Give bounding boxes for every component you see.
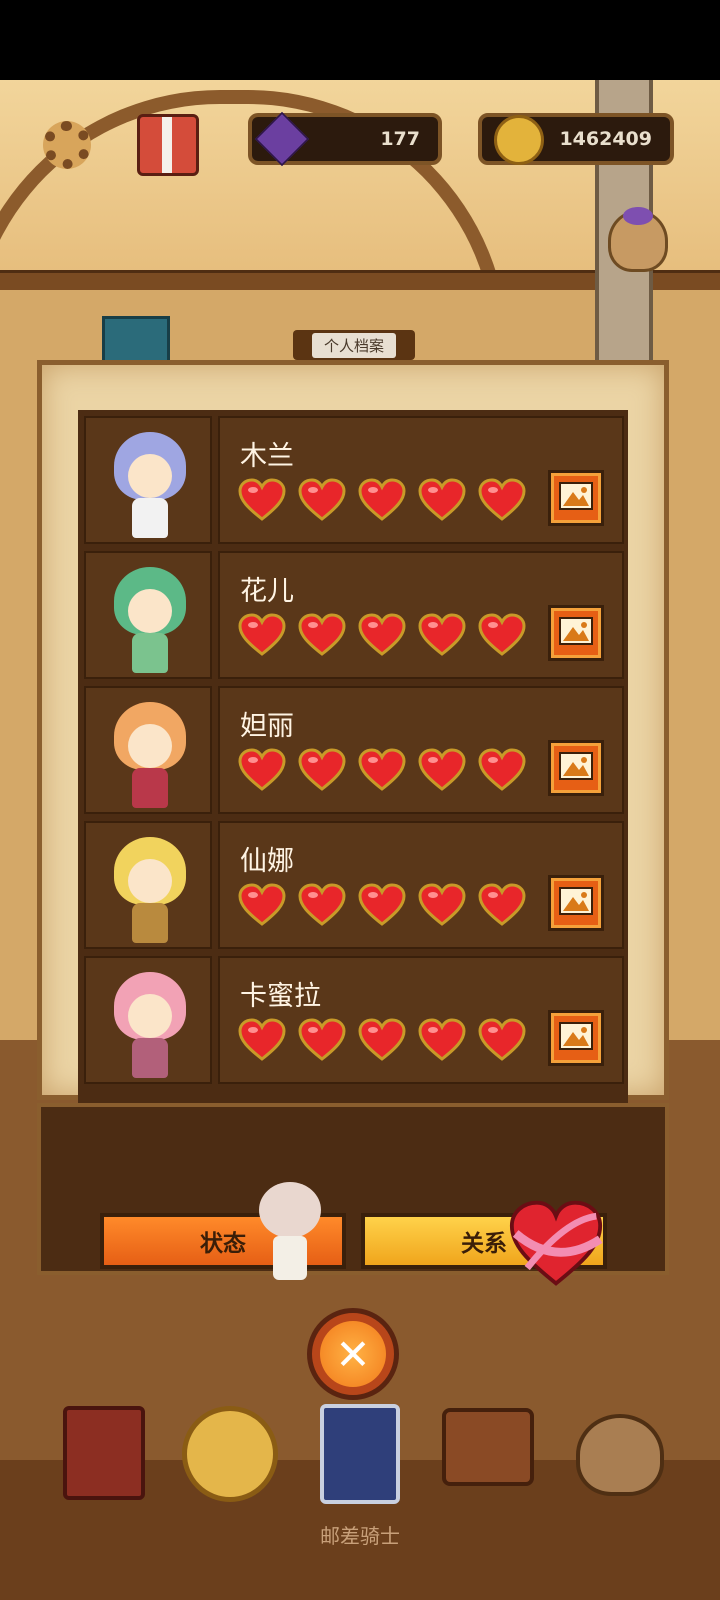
heart-icon	[238, 748, 286, 792]
heart-icon	[418, 613, 466, 657]
medal-icon	[182, 1406, 278, 1502]
coin-icon	[494, 115, 544, 165]
gift-button[interactable]	[133, 110, 203, 180]
heart-icon	[238, 478, 286, 522]
heart-icon	[418, 478, 466, 522]
close-button[interactable]: ✕	[307, 1308, 399, 1400]
heart-icon	[238, 1018, 286, 1062]
heart-icon	[298, 478, 346, 522]
gallery-button[interactable]	[548, 740, 604, 796]
heart-icon	[478, 478, 526, 522]
picture-icon	[559, 617, 593, 649]
heart-icon	[298, 748, 346, 792]
character-row[interactable]: 花儿	[84, 551, 624, 679]
character-sprite	[104, 428, 196, 540]
heart-icon	[238, 883, 286, 927]
nav-book-button[interactable]	[55, 1398, 155, 1500]
character-sprite	[104, 563, 196, 675]
heart-icon	[358, 748, 406, 792]
app-title: 邮差骑士	[320, 1524, 400, 1548]
character-sprite	[104, 833, 196, 945]
nav-medal-button[interactable]	[178, 1398, 278, 1502]
character-name: 妲丽	[240, 711, 294, 742]
gallery-button[interactable]	[548, 470, 604, 526]
affection-hearts	[238, 613, 526, 657]
character-list[interactable]: 木兰花儿妲丽仙娜卡蜜拉	[78, 410, 628, 1112]
satchel-icon	[442, 1408, 534, 1486]
status-tab-label: 状态	[200, 1231, 246, 1257]
affection-hearts	[238, 883, 526, 927]
coin-count: 1462409	[559, 128, 652, 150]
character-row[interactable]: 仙娜	[84, 821, 624, 949]
close-icon: ✕	[320, 1321, 386, 1387]
player-avatar	[255, 1180, 325, 1290]
gallery-button[interactable]	[548, 1010, 604, 1066]
character-name: 木兰	[240, 441, 294, 472]
picture-icon	[559, 482, 593, 514]
character-name: 卡蜜拉	[240, 981, 321, 1012]
status-bar	[0, 0, 720, 80]
affection-hearts	[238, 478, 526, 522]
character-info: 木兰	[218, 416, 624, 544]
character-info: 卡蜜拉	[218, 956, 624, 1084]
character-info: 仙娜	[218, 821, 624, 949]
gem-count: 177	[380, 128, 420, 150]
heart-icon	[358, 1018, 406, 1062]
nav-treasure-button[interactable]	[560, 1398, 664, 1498]
character-portrait[interactable]	[84, 551, 212, 679]
gallery-button[interactable]	[548, 875, 604, 931]
heart-icon	[418, 1018, 466, 1062]
heart-icon	[358, 883, 406, 927]
heart-icon	[478, 1018, 526, 1062]
book-icon	[63, 1406, 145, 1500]
picture-icon	[559, 752, 593, 784]
gift-icon	[137, 114, 199, 176]
heart-icon	[298, 613, 346, 657]
character-row[interactable]: 妲丽	[84, 686, 624, 814]
heart-icon	[478, 748, 526, 792]
coin-counter[interactable]: 1462409	[478, 113, 674, 165]
character-info: 花儿	[218, 551, 624, 679]
picture-icon	[559, 1022, 593, 1054]
affection-hearts	[238, 748, 526, 792]
heart-icon	[298, 1018, 346, 1062]
affection-hearts	[238, 1018, 526, 1062]
nav-satchel-button[interactable]	[428, 1398, 534, 1498]
gear-icon	[43, 121, 91, 169]
game-scene: 177 1462409 个人档案 木兰花儿妲丽仙娜卡蜜拉 状态 关系 ✕	[0, 80, 720, 1600]
character-sprite	[104, 968, 196, 1080]
gallery-button[interactable]	[548, 605, 604, 661]
relation-tab-label: 关系	[461, 1231, 507, 1257]
heart-icon	[358, 613, 406, 657]
gem-sack-icon[interactable]	[608, 207, 668, 272]
character-sprite	[104, 698, 196, 810]
character-name: 仙娜	[240, 846, 294, 877]
treasure-sack-icon	[576, 1414, 664, 1496]
gem-counter[interactable]: 177	[248, 111, 442, 167]
cards-icon	[320, 1404, 400, 1504]
character-portrait[interactable]	[84, 686, 212, 814]
ribbon-heart-icon	[508, 1200, 604, 1288]
nav-cards-button[interactable]	[306, 1398, 406, 1504]
heart-icon	[238, 613, 286, 657]
character-row[interactable]: 卡蜜拉	[84, 956, 624, 1084]
heart-icon	[298, 883, 346, 927]
gem-icon	[254, 111, 310, 167]
panel-title-tab: 个人档案	[293, 330, 415, 360]
heart-icon	[418, 883, 466, 927]
character-row[interactable]: 木兰	[84, 416, 624, 544]
character-portrait[interactable]	[84, 956, 212, 1084]
picture-icon	[559, 887, 593, 919]
heart-icon	[358, 478, 406, 522]
character-portrait[interactable]	[84, 416, 212, 544]
character-info: 妲丽	[218, 686, 624, 814]
character-portrait[interactable]	[84, 821, 212, 949]
heart-icon	[418, 748, 466, 792]
heart-icon	[478, 883, 526, 927]
panel-title: 个人档案	[311, 332, 396, 358]
heart-icon	[478, 613, 526, 657]
settings-button[interactable]	[32, 110, 102, 180]
character-name: 花儿	[240, 576, 294, 607]
